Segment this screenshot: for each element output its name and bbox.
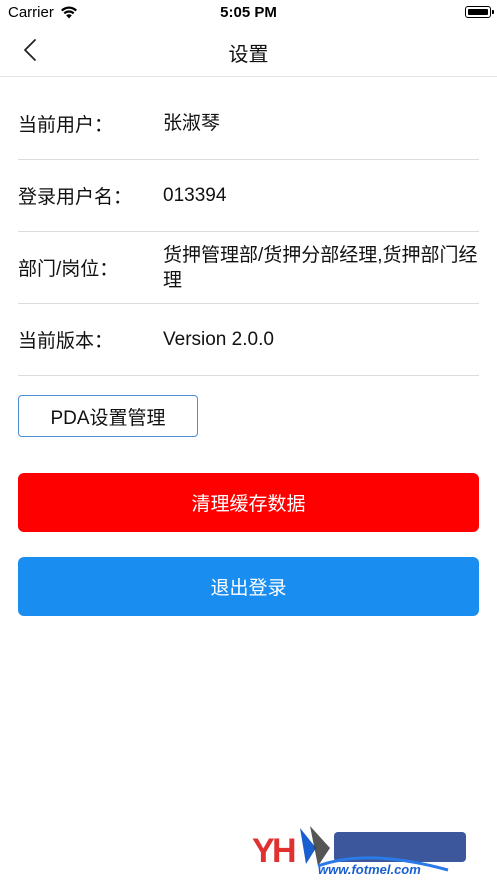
info-row-department: 部门/岗位： 货押管理部/货押分部经理,货押部门经理 — [18, 232, 479, 304]
svg-text:H: H — [272, 832, 297, 870]
info-label: 当前版本： — [18, 331, 114, 352]
info-value: Version 2.0.0 — [163, 329, 274, 350]
info-value: 货押管理部/货押分部经理,货押部门经理 — [163, 244, 478, 291]
logout-button[interactable]: 退出登录 — [18, 557, 479, 616]
info-label: 登录用户名： — [18, 187, 133, 208]
info-value: 张淑琴 — [163, 113, 221, 134]
navigation-bar: 设置 — [0, 26, 497, 77]
info-row-version: 当前版本： Version 2.0.0 — [18, 304, 479, 376]
watermark-text: www.fotmel.com — [318, 862, 421, 877]
info-row-login-username: 登录用户名： 013394 — [18, 160, 479, 232]
user-info-list: 当前用户： 张淑琴 登录用户名： 013394 部门/岗位： 货押管理部/货押分… — [18, 88, 479, 376]
info-row-current-user: 当前用户： 张淑琴 — [18, 88, 479, 160]
page-title: 设置 — [228, 44, 269, 66]
clear-cache-button[interactable]: 清理缓存数据 — [18, 473, 479, 532]
status-time: 5:05 PM — [220, 4, 277, 21]
info-value: 013394 — [163, 185, 227, 206]
info-label: 当前用户： — [18, 115, 114, 136]
status-bar: Carrier 5:05 PM — [0, 0, 497, 26]
info-label: 部门/岗位： — [18, 259, 119, 280]
pda-settings-button[interactable]: PDA设置管理 — [18, 395, 198, 437]
battery-icon — [465, 6, 494, 18]
